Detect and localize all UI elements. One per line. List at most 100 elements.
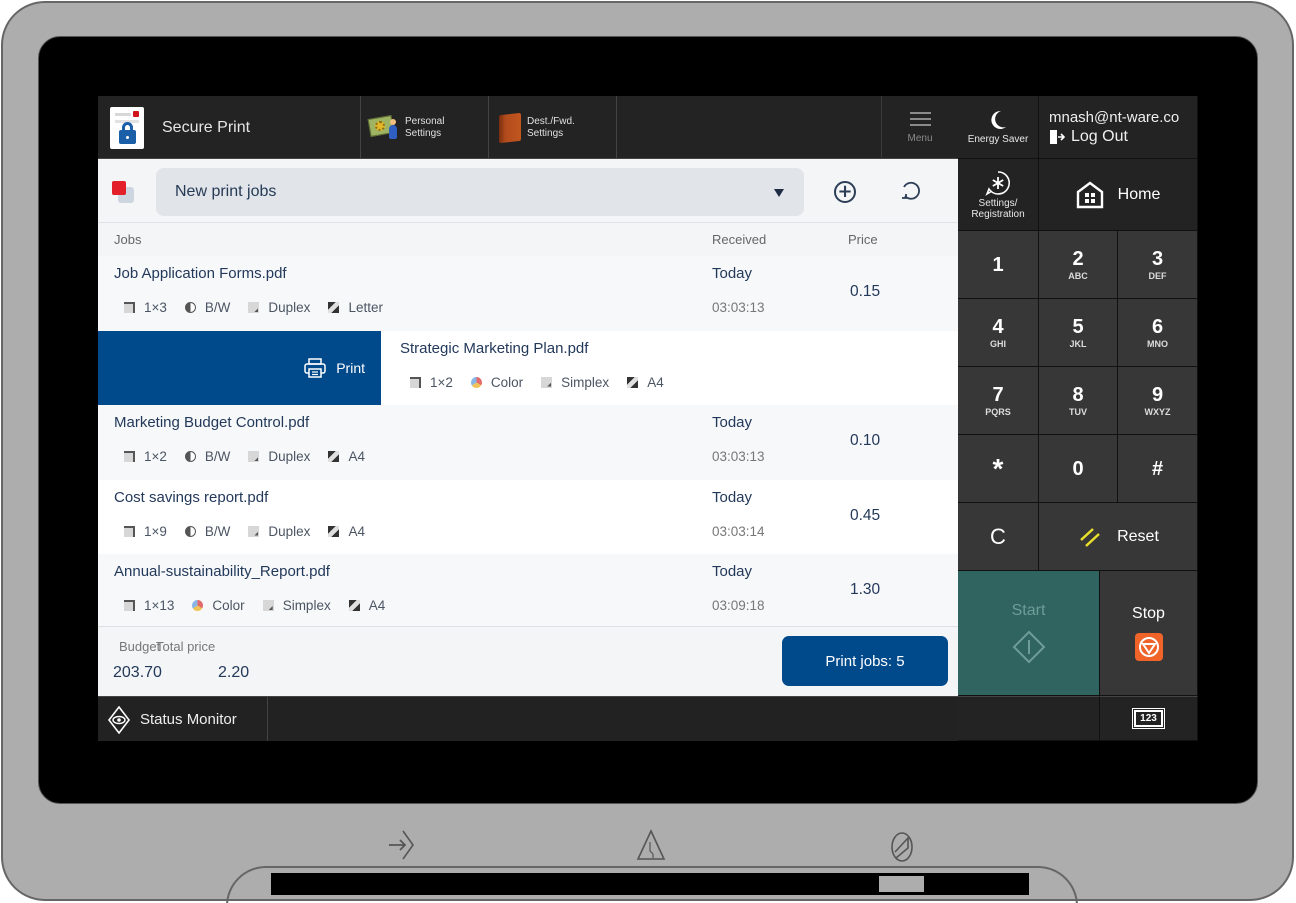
energy-saver-button[interactable]: Energy Saver [958, 96, 1039, 159]
caret-down-icon [774, 189, 784, 197]
summary-footer: Budget Total price 203.70 2.20 Print job… [98, 626, 958, 696]
job-row[interactable]: Job Application Forms.pdf 1×3 B/W Duplex… [98, 256, 958, 331]
numeric-keyboard-icon: 123 [1132, 708, 1165, 729]
job-received-time: 03:03:14 [712, 523, 765, 539]
color-icon [470, 376, 482, 388]
key-number: * [992, 452, 1004, 484]
start-label: Start [1011, 602, 1046, 619]
key-number: 4 [992, 315, 1004, 338]
personal-settings-button[interactable]: Personal Settings [361, 96, 489, 159]
error-indicator-icon [636, 829, 666, 860]
bw-icon [184, 525, 196, 537]
personal-settings-icon [367, 114, 399, 141]
keypad-key[interactable]: 9 WXYZ [1118, 367, 1198, 435]
clear-label: C [990, 523, 1006, 549]
keypad-key[interactable]: 8 TUV [1039, 367, 1118, 435]
key-number: 1 [992, 253, 1004, 276]
app-title: Secure Print [98, 96, 361, 159]
start-button[interactable]: Start [958, 571, 1100, 696]
key-letters: GHI [989, 338, 1006, 349]
dest-fwd-settings-button[interactable]: Dest./Fwd. Settings [489, 96, 617, 159]
printer-icon [304, 358, 326, 378]
job-received-day: Today [712, 563, 753, 580]
dest-fwd-label-1: Dest./Fwd. [527, 115, 575, 127]
logout-label: Log Out [1071, 127, 1128, 145]
keypad-key[interactable]: * [958, 435, 1039, 503]
job-copies: 1×9 [144, 523, 167, 539]
status-monitor-icon [108, 705, 130, 734]
swipe-print-button[interactable]: Print [98, 330, 381, 405]
job-sides: Simplex [282, 598, 331, 613]
col-price: Price [848, 232, 878, 247]
color-icon [192, 600, 204, 611]
keypad-key[interactable]: 6 MNO [1118, 299, 1198, 367]
job-row-swiped[interactable]: Print Strategic Marketing Plan.pdf 1×2 C… [98, 330, 958, 405]
job-row[interactable]: Annual-sustainability_Report.pdf 1×13 Co… [98, 554, 958, 629]
copies-icon [124, 451, 135, 462]
copies-icon [124, 600, 135, 611]
keypad-key[interactable]: 0 [1039, 435, 1118, 503]
keypad-key[interactable]: 2 ABC [1039, 231, 1118, 299]
plus-circle-icon[interactable]: + [834, 181, 856, 203]
status-monitor-button[interactable]: Status Monitor [98, 697, 268, 741]
stop-button[interactable]: Stop [1100, 571, 1198, 696]
menu-label: Menu [907, 132, 933, 144]
logout-button[interactable]: Log Out [1049, 128, 1128, 146]
job-filter-dropdown[interactable]: New print jobs [156, 168, 804, 216]
keypad-key[interactable]: 5 JKL [1039, 299, 1118, 367]
keypad-key[interactable]: 4 GHI [958, 299, 1039, 367]
keypad-key[interactable]: 7 PQRS [958, 367, 1039, 435]
job-color-mode: Color [212, 598, 245, 613]
home-button[interactable]: Home [1039, 159, 1198, 231]
address-book-icon [499, 112, 521, 143]
job-row[interactable]: Marketing Budget Control.pdf 1×2 B/W Dup… [98, 405, 958, 480]
settings-registration-button[interactable]: Settings/Registration [958, 159, 1039, 231]
simplex-icon [262, 600, 274, 611]
key-number: 6 [1151, 315, 1164, 338]
col-received: Received [712, 232, 767, 247]
bw-icon [184, 451, 196, 462]
job-name: Job Application Forms.pdf [114, 265, 287, 282]
reset-button[interactable]: Reset [1039, 503, 1198, 571]
job-list-icon [112, 181, 136, 203]
key-number: 5 [1072, 315, 1084, 338]
key-number: 0 [1072, 457, 1084, 480]
start-icon [1012, 630, 1045, 664]
menu-button[interactable]: Menu [881, 96, 958, 159]
keyboard-toggle-button[interactable]: 123 [1100, 696, 1198, 741]
paper-size-icon [328, 451, 340, 462]
touch-screen: Secure Print Personal Settings Dest./Fwd… [98, 96, 1198, 741]
job-list-panel: New print jobs + Jobs Received Price Job… [98, 159, 958, 696]
paper-size-icon [348, 600, 360, 611]
job-row[interactable]: Cost savings report.pdf 1×9 B/W Duplex A… [98, 479, 958, 554]
key-letters: WXYZ [1144, 406, 1171, 417]
job-price: 0.45 [850, 506, 881, 524]
job-copies: 1×3 [144, 300, 167, 315]
print-jobs-button[interactable]: Print jobs: 5 [782, 636, 948, 686]
secure-print-icon [110, 106, 144, 149]
job-copies: 1×2 [430, 374, 453, 390]
copies-icon [124, 302, 135, 313]
dest-fwd-label-2: Settings [527, 127, 564, 139]
keypad-key[interactable]: 1 [958, 231, 1039, 299]
refresh-icon[interactable] [899, 179, 923, 203]
job-filter-value: New print jobs [175, 183, 277, 200]
keypad-key[interactable]: 3 DEF [1118, 231, 1198, 299]
job-received-day: Today [712, 488, 753, 506]
home-label: Home [1117, 185, 1161, 203]
power-icon[interactable] [885, 830, 919, 864]
job-paper: A4 [647, 374, 664, 390]
settings-icon [985, 170, 1010, 196]
key-letters: JKL [1069, 338, 1087, 349]
key-number: 3 [1151, 247, 1164, 270]
reset-icon [1080, 527, 1100, 547]
job-color-mode: Color [490, 374, 524, 390]
column-headers: Jobs Received Price [98, 224, 958, 256]
key-number: 9 [1151, 383, 1164, 406]
job-received-time: 03:03:13 [712, 449, 765, 464]
keypad-key[interactable]: # [1118, 435, 1198, 503]
clear-button[interactable]: C [958, 503, 1039, 571]
paper-size-icon [328, 525, 340, 537]
job-name: Marketing Budget Control.pdf [114, 414, 310, 431]
stop-label: Stop [1132, 605, 1165, 622]
